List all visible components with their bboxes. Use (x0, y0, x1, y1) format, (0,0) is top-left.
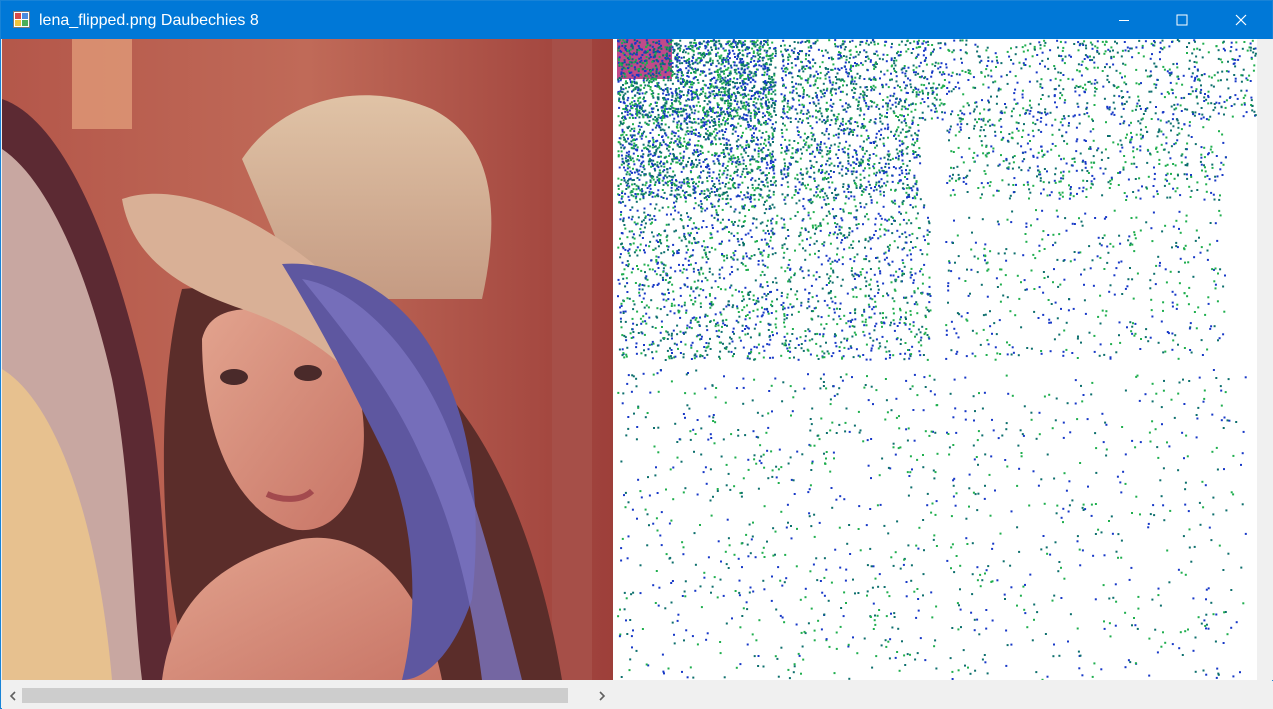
chevron-left-icon[interactable] (6, 689, 20, 703)
scrollbar-thumb[interactable] (22, 688, 568, 703)
coefficient-block (617, 119, 777, 201)
maximize-button[interactable] (1153, 1, 1211, 39)
vertical-gutter (1257, 39, 1273, 680)
coefficient-block (946, 119, 1227, 201)
app-icon (13, 11, 30, 28)
window-title: lena_flipped.png Daubechies 8 (39, 12, 259, 29)
coefficient-block (946, 369, 1247, 680)
image-viewport[interactable] (2, 39, 1273, 680)
horizontal-scrollbar[interactable] (2, 681, 1273, 709)
minimize-icon (1119, 20, 1129, 21)
chevron-right-icon[interactable] (595, 689, 609, 703)
photo-image (2, 39, 613, 680)
close-button[interactable] (1212, 1, 1270, 39)
image-window: lena_flipped.png Daubechies 8 (0, 0, 1273, 709)
wavelet-coefficients-image (615, 39, 1257, 680)
coefficient-block (617, 369, 939, 680)
coefficient-block (780, 119, 922, 201)
coefficient-block (780, 199, 932, 361)
minimize-button[interactable] (1095, 1, 1153, 39)
close-icon (1235, 14, 1247, 26)
title-bar[interactable]: lena_flipped.png Daubechies 8 (1, 1, 1272, 39)
coefficient-block (617, 199, 779, 361)
maximize-icon (1176, 14, 1188, 26)
coefficient-block (780, 39, 937, 121)
coefficient-block (935, 39, 1257, 121)
coefficient-block (945, 209, 1226, 361)
